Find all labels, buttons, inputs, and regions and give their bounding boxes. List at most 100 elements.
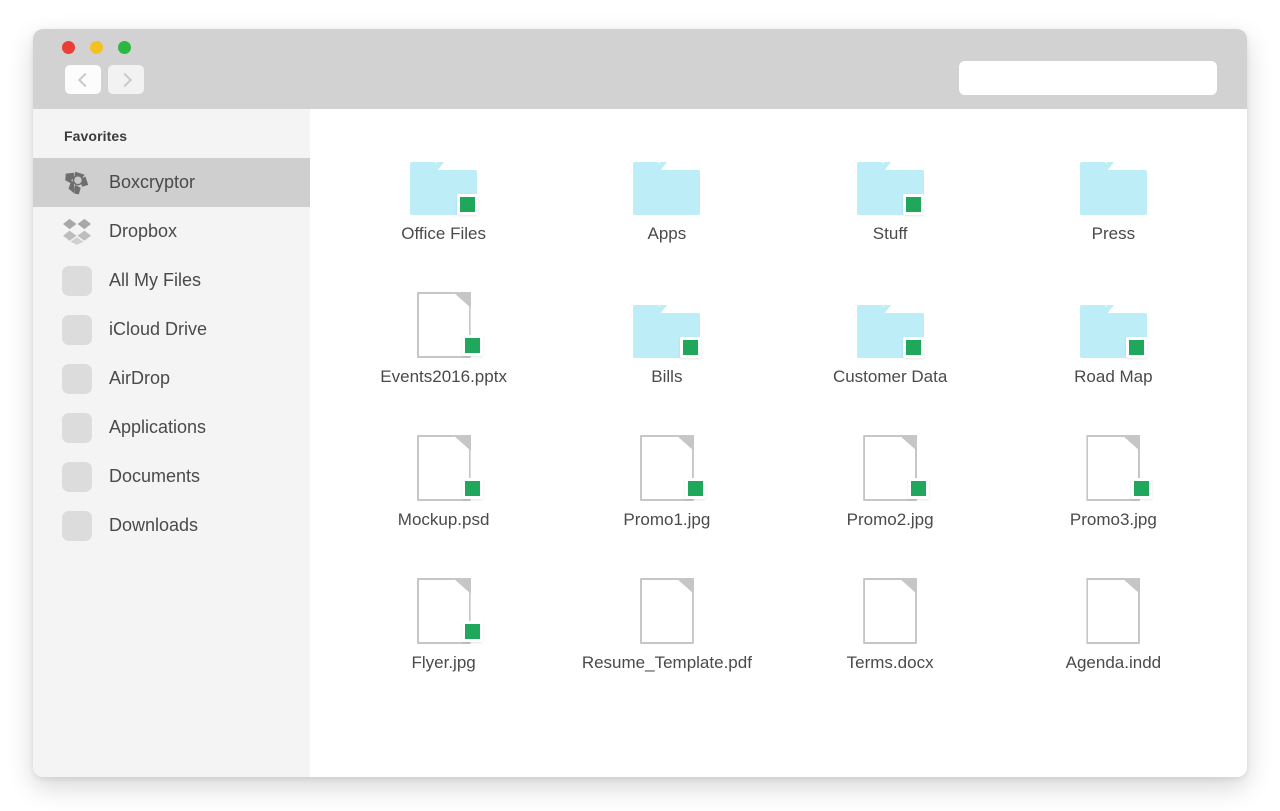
file-name-label: Events2016.pptx xyxy=(380,367,507,386)
folder-placeholder-icon xyxy=(60,313,93,346)
sidebar-item-label: Dropbox xyxy=(109,221,178,241)
sidebar-item-downloads[interactable]: Downloads xyxy=(33,501,310,550)
file-item[interactable]: Events2016.pptx xyxy=(332,280,555,423)
folder-placeholder-icon xyxy=(60,362,93,395)
file-name-label: Flyer.jpg xyxy=(411,653,476,672)
folder-item[interactable]: Office Files xyxy=(332,137,555,280)
folder-placeholder-icon xyxy=(60,460,93,493)
file-name-label: Office Files xyxy=(401,224,486,243)
sidebar-item-airdrop[interactable]: AirDrop xyxy=(33,354,310,403)
folder-icon xyxy=(854,149,926,215)
file-item[interactable]: Promo1.jpg xyxy=(555,423,778,566)
folder-item[interactable]: Stuff xyxy=(779,137,1002,280)
file-browser-content: Office Files Apps Stuff Press Events2016.ppt… xyxy=(310,109,1247,777)
file-item[interactable]: Terms.docx xyxy=(779,566,1002,709)
zoom-window-button[interactable] xyxy=(118,41,131,54)
sidebar-item-label: All My Files xyxy=(109,270,202,290)
sidebar-item-all-my-files[interactable]: All My Files xyxy=(33,256,310,305)
file-item[interactable]: Mockup.psd xyxy=(332,423,555,566)
folder-icon xyxy=(631,292,703,358)
file-name-label: Terms.docx xyxy=(846,653,934,672)
folder-item[interactable]: Customer Data xyxy=(779,280,1002,423)
file-item[interactable]: Agenda.indd xyxy=(1002,566,1225,709)
sidebar-item-label: Downloads xyxy=(109,515,199,535)
forward-button[interactable] xyxy=(108,65,144,94)
document-icon xyxy=(1077,435,1153,501)
window-titlebar xyxy=(33,29,1247,109)
sidebar-item-applications[interactable]: Applications xyxy=(33,403,310,452)
encrypted-badge-icon xyxy=(903,194,925,215)
sidebar: Favorites Boxcryptor Dropbox All My File… xyxy=(33,109,310,777)
encrypted-badge-icon xyxy=(456,194,478,215)
file-item[interactable]: Promo3.jpg xyxy=(1002,423,1225,566)
folder-placeholder-icon xyxy=(60,411,93,444)
file-grid: Office Files Apps Stuff Press Events2016.ppt… xyxy=(310,137,1247,709)
folder-item[interactable]: Press xyxy=(1002,137,1225,280)
document-icon xyxy=(408,578,483,644)
file-item[interactable]: Resume_Template.pdf xyxy=(555,566,778,709)
sidebar-item-label: Applications xyxy=(109,417,207,437)
document-icon xyxy=(854,435,930,501)
window-body: Favorites Boxcryptor Dropbox All My File… xyxy=(33,109,1247,777)
document-icon xyxy=(408,435,483,501)
file-name-label: Promo3.jpg xyxy=(1069,510,1157,529)
document-icon xyxy=(1077,578,1149,644)
folder-icon xyxy=(854,292,926,358)
sidebar-item-dropbox[interactable]: Dropbox xyxy=(33,207,310,256)
traffic-light-group xyxy=(62,41,131,54)
encrypted-badge-icon xyxy=(684,478,706,499)
folder-placeholder-icon xyxy=(60,264,93,297)
file-item[interactable]: Flyer.jpg xyxy=(332,566,555,709)
file-name-label: Stuff xyxy=(872,224,908,243)
folder-icon xyxy=(631,149,703,215)
folder-placeholder-icon xyxy=(60,509,93,542)
file-item[interactable]: Promo2.jpg xyxy=(779,423,1002,566)
minimize-window-button[interactable] xyxy=(90,41,103,54)
sidebar-item-icloud-drive[interactable]: iCloud Drive xyxy=(33,305,310,354)
chevron-left-icon xyxy=(77,72,92,87)
file-name-label: Promo2.jpg xyxy=(846,510,934,529)
file-name-label: Agenda.indd xyxy=(1065,653,1162,672)
sidebar-item-label: AirDrop xyxy=(109,368,171,388)
search-input[interactable] xyxy=(959,61,1217,95)
folder-item[interactable]: Apps xyxy=(555,137,778,280)
document-icon xyxy=(408,292,483,358)
folder-item[interactable]: Bills xyxy=(555,280,778,423)
encrypted-badge-icon xyxy=(903,337,925,358)
chevron-right-icon xyxy=(117,72,132,87)
encrypted-badge-icon xyxy=(908,478,930,499)
sidebar-item-documents[interactable]: Documents xyxy=(33,452,310,501)
encrypted-badge-icon xyxy=(461,621,483,642)
file-name-label: Bills xyxy=(651,367,683,386)
sidebar-item-label: iCloud Drive xyxy=(109,319,208,339)
folder-item[interactable]: Road Map xyxy=(1002,280,1225,423)
desktop-background: Favorites Boxcryptor Dropbox All My File… xyxy=(0,0,1280,811)
file-name-label: Resume_Template.pdf xyxy=(581,653,752,672)
file-name-label: Press xyxy=(1091,224,1136,243)
encrypted-badge-icon xyxy=(1131,478,1153,499)
document-icon xyxy=(631,435,706,501)
navigation-button-group xyxy=(65,65,144,94)
encrypted-badge-icon xyxy=(679,337,701,358)
file-name-label: Promo1.jpg xyxy=(623,510,711,529)
file-name-label: Customer Data xyxy=(832,367,948,386)
sidebar-item-label: Documents xyxy=(109,466,201,486)
folder-icon xyxy=(1077,292,1149,358)
back-button[interactable] xyxy=(65,65,101,94)
folder-icon xyxy=(1077,149,1149,215)
boxcryptor-icon xyxy=(60,166,93,199)
sidebar-item-boxcryptor[interactable]: Boxcryptor xyxy=(33,158,310,207)
file-name-label: Mockup.psd xyxy=(397,510,490,529)
encrypted-badge-icon xyxy=(461,478,483,499)
sidebar-section-header: Favorites xyxy=(64,128,128,144)
file-name-label: Road Map xyxy=(1074,367,1153,386)
finder-window: Favorites Boxcryptor Dropbox All My File… xyxy=(33,29,1247,777)
file-name-label: Apps xyxy=(647,224,687,243)
sidebar-item-label: Boxcryptor xyxy=(109,172,196,192)
folder-icon xyxy=(408,149,480,215)
document-icon xyxy=(854,578,926,644)
encrypted-badge-icon xyxy=(461,335,483,356)
encrypted-badge-icon xyxy=(1126,337,1148,358)
document-icon xyxy=(631,578,703,644)
close-window-button[interactable] xyxy=(62,41,75,54)
